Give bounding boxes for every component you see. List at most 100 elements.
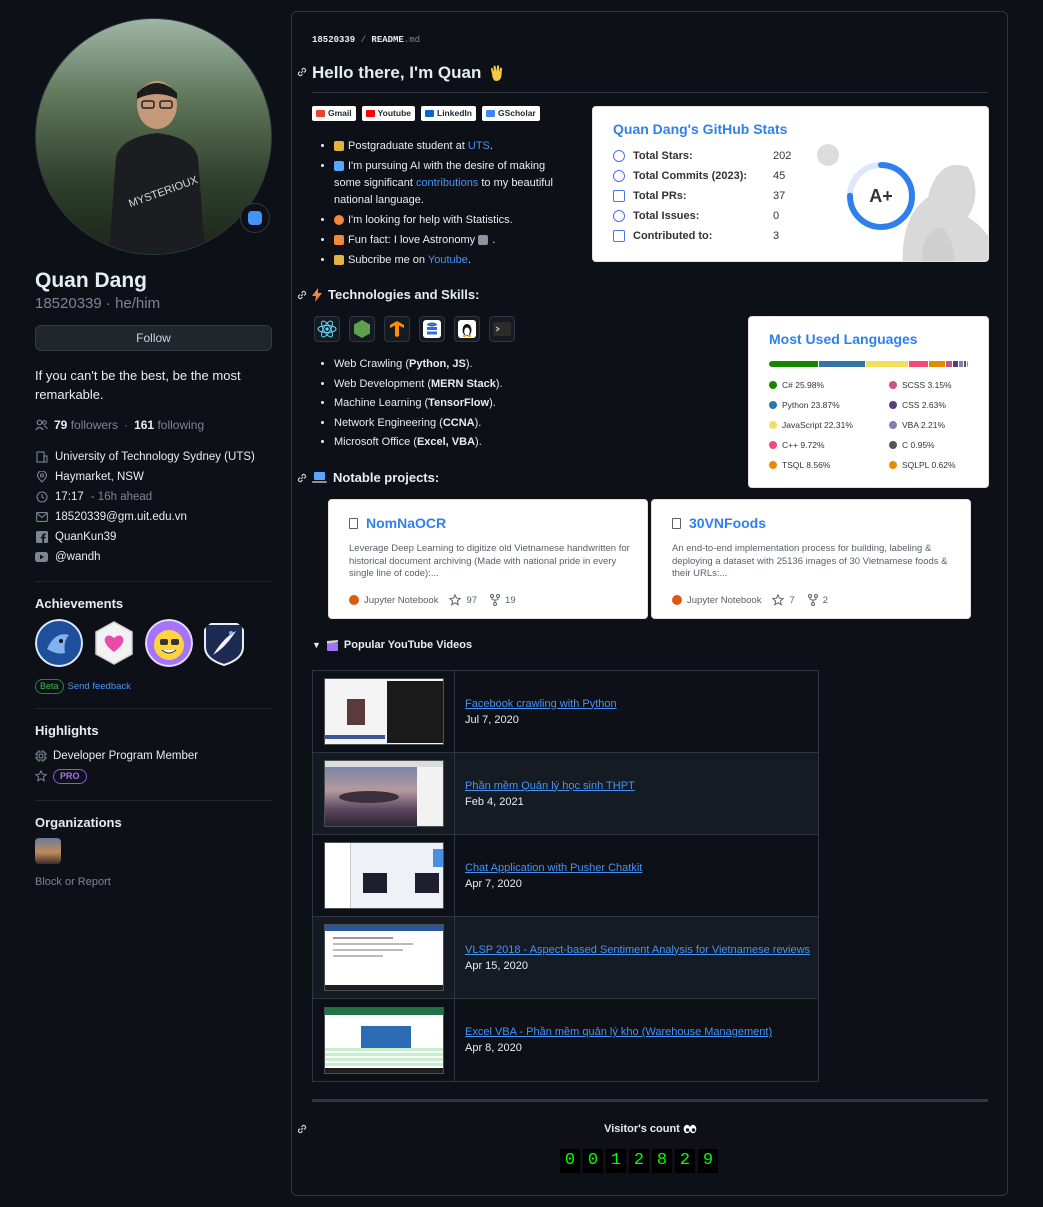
language-bar-segment	[952, 361, 958, 367]
organizations-title: Organizations	[35, 815, 122, 830]
language-item: JavaScript 22.31%	[769, 420, 853, 430]
skill-item: Web Development (MERN Stack).	[334, 376, 574, 393]
avatar[interactable]: MYSTERIOUX	[35, 18, 272, 255]
breadcrumb-extension: .md	[403, 35, 421, 45]
followers-link[interactable]: 79 followers	[54, 418, 118, 432]
counter-digit: 8	[652, 1149, 672, 1173]
language-bar-segment	[865, 361, 909, 367]
highlight-pro: PRO	[35, 766, 272, 786]
most-used-languages-card[interactable]: Most Used Languages C# 25.98% Python 23.…	[748, 316, 989, 488]
organization-avatar[interactable]	[35, 838, 61, 864]
repo-stars: 97	[466, 594, 478, 606]
highlights-title: Highlights	[35, 723, 99, 738]
follow-button[interactable]: Follow	[35, 325, 272, 351]
breadcrumb-user[interactable]: 18520339	[312, 35, 355, 45]
languages-bar	[769, 361, 969, 367]
achievement-smiley-icon[interactable]	[145, 619, 193, 667]
detail-organization: University of Technology Sydney (UTS)	[35, 447, 272, 467]
location-icon	[35, 471, 48, 484]
detail-location: Haymarket, NSW	[35, 467, 272, 487]
detail-local-time: 17:17 - 16h ahead	[35, 487, 272, 507]
breadcrumb-separator: /	[355, 35, 372, 45]
youtube-icon	[365, 110, 375, 117]
heading-rule	[312, 92, 988, 93]
detail-youtube[interactable]: @wandh	[35, 547, 272, 567]
profile-sidebar: MYSTERIOUX Quan Dang 18520339 · he/him F…	[35, 18, 272, 888]
beta-label: Beta	[35, 679, 64, 694]
graduation-cap-icon	[334, 141, 344, 152]
block-or-report-link[interactable]: Block or Report	[35, 876, 272, 888]
laptop-icon	[312, 472, 327, 483]
pull-request-icon	[613, 190, 625, 202]
stat-contributed: Contributed to: 3	[613, 230, 779, 242]
achievement-rocket-icon[interactable]	[200, 619, 248, 667]
language-color-dot	[889, 401, 897, 409]
achievement-shark-icon[interactable]	[35, 619, 83, 667]
video-title-link[interactable]: Facebook crawling with Python	[465, 698, 617, 710]
following-link[interactable]: 161 following	[134, 418, 204, 432]
linkedin-badge[interactable]: LinkedIn	[421, 106, 476, 121]
video-thumbnail[interactable]	[323, 842, 444, 909]
telescope-icon	[478, 235, 489, 246]
repo-card-30vnfoods[interactable]: 30VNFoods An end-to-end implementation p…	[651, 499, 971, 619]
detail-facebook[interactable]: QuanKun39	[35, 527, 272, 547]
divider	[35, 708, 272, 709]
video-date: Apr 8, 2020	[465, 1042, 522, 1054]
youtube-link[interactable]: Youtube	[428, 254, 468, 266]
anchor-link-icon[interactable]	[296, 472, 308, 484]
counter-digit: 9	[698, 1149, 718, 1173]
video-title-link[interactable]: VLSP 2018 - Aspect-based Sentiment Analy…	[465, 944, 810, 956]
anchor-link-icon[interactable]	[296, 66, 308, 78]
highlight-developer-program[interactable]: Developer Program Member	[35, 746, 272, 766]
video-date: Apr 7, 2020	[465, 877, 522, 890]
language-item: CSS 2.63%	[889, 400, 946, 410]
video-row: VLSP 2018 - Aspect-based Sentiment Analy…	[313, 917, 818, 999]
breadcrumb-file[interactable]: README	[371, 35, 403, 45]
pro-badge: PRO	[53, 768, 87, 784]
github-stats-card[interactable]: Quan Dang's GitHub Stats Total Stars: 202…	[592, 106, 989, 262]
repo-language: Jupyter Notebook	[687, 594, 762, 606]
video-thumbnail[interactable]	[323, 1006, 444, 1074]
linkedin-icon	[425, 110, 434, 117]
anchor-link-icon[interactable]	[296, 289, 308, 301]
waving-hand-icon	[491, 65, 503, 81]
clock-icon	[35, 491, 48, 504]
profile-bio: If you can't be the best, be the most re…	[35, 368, 241, 402]
people-icon	[35, 419, 48, 431]
video-thumbnail[interactable]	[323, 678, 444, 745]
video-title-link[interactable]: Excel VBA - Phần mềm quản lý kho (Wareho…	[465, 1026, 772, 1038]
video-thumbnail[interactable]	[323, 760, 444, 827]
robot-icon	[248, 211, 262, 225]
video-title-link[interactable]: Phần mềm Quản lý học sinh THPT	[465, 780, 635, 792]
status-emoji[interactable]	[240, 203, 270, 233]
youtube-videos-summary[interactable]: ▼ Popular YouTube Videos	[312, 639, 472, 651]
follow-counts: 79 followers · 161 following	[35, 418, 272, 432]
repo-card-nomnaocr[interactable]: NomNaOCR Leverage Deep Learning to digit…	[328, 499, 648, 619]
intro-item-student: Postgraduate student at UTS.	[334, 138, 574, 155]
video-title-link[interactable]: Chat Application with Pusher Chatkit	[465, 862, 642, 874]
youtube-badge[interactable]: Youtube	[361, 106, 415, 121]
rank-grade: A+	[869, 185, 893, 206]
video-date: Feb 4, 2021	[465, 795, 524, 808]
youtube-icon	[35, 551, 48, 564]
divider	[35, 581, 272, 582]
achievement-heart-icon[interactable]	[90, 619, 138, 667]
video-date: Apr 15, 2020	[465, 959, 528, 972]
breadcrumb: 18520339 / README.md	[312, 35, 420, 45]
gmail-badge[interactable]: Gmail	[312, 106, 356, 121]
stats-title: Quan Dang's GitHub Stats	[613, 121, 788, 137]
video-thumbnail[interactable]	[323, 924, 444, 991]
language-color-dot	[769, 421, 777, 429]
gscholar-badge[interactable]: GScholar	[481, 106, 540, 121]
send-feedback-link[interactable]: Send feedback	[68, 681, 131, 692]
repo-title[interactable]: 30VNFoods	[672, 515, 766, 531]
language-bar-segment	[964, 361, 966, 367]
detail-email[interactable]: 18520339@gm.uit.edu.vn	[35, 507, 272, 527]
intro-item-subscribe: Subcribe me on Youtube.	[334, 252, 574, 269]
contributions-link[interactable]: contributions	[416, 177, 478, 189]
language-color-dot	[889, 441, 897, 449]
repo-title[interactable]: NomNaOCR	[349, 515, 446, 531]
uts-link[interactable]: UTS	[468, 140, 490, 152]
language-item: Python 23.87%	[769, 400, 840, 410]
language-color-dot	[889, 381, 897, 389]
